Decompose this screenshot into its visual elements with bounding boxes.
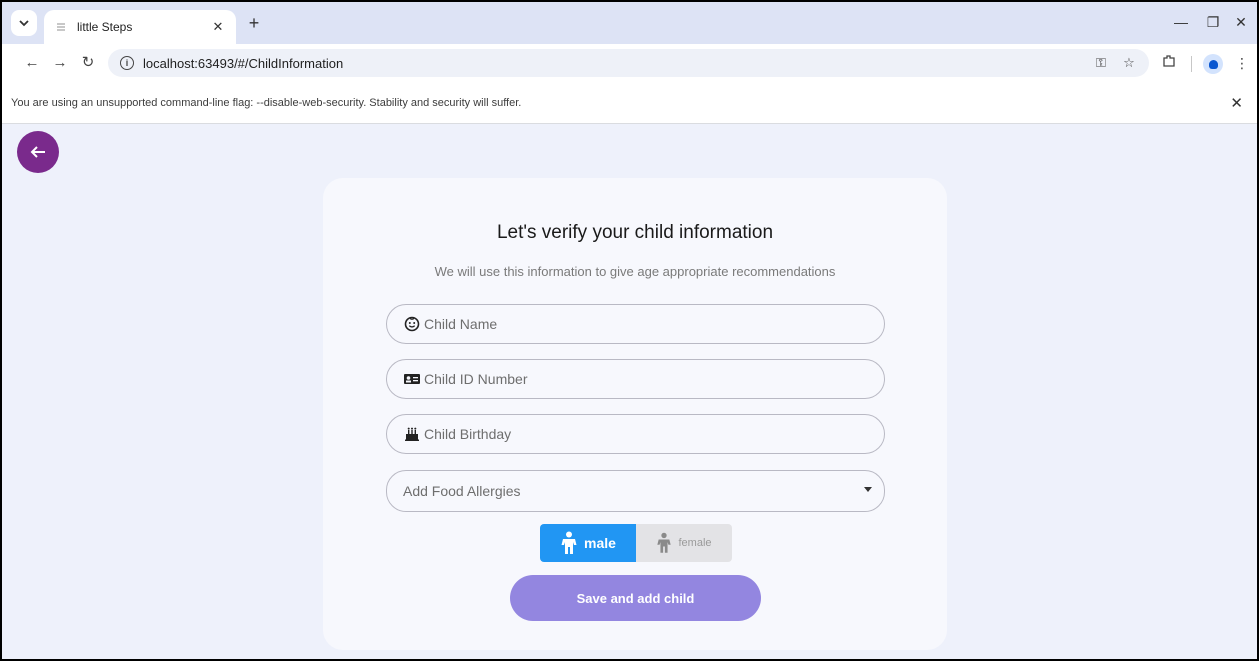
url-text: localhost:63493/#/ChildInformation [143, 55, 344, 71]
address-bar[interactable]: i localhost:63493/#/ChildInformation ⚿ ☆ [108, 49, 1149, 77]
forward-arrow-icon[interactable]: → [50, 53, 70, 73]
child-id-placeholder: Child ID Number [424, 371, 528, 387]
food-allergies-label: Add Food Allergies [403, 483, 521, 499]
tab-little-steps[interactable]: little Steps ✕ [44, 10, 236, 44]
browser-toolbar: ← → ↻ i localhost:63493/#/ChildInformati… [2, 44, 1257, 82]
page-viewport: Let's verify your child information We w… [2, 125, 1257, 659]
child-birthday-placeholder: Child Birthday [424, 426, 512, 442]
tab-title: little Steps [77, 20, 133, 34]
new-tab-icon[interactable]: + [244, 14, 264, 32]
tab-strip: little Steps ✕ + — ❐ ✕ [2, 2, 1257, 44]
infobar-message: You are using an unsupported command-lin… [11, 96, 522, 109]
chevron-down-icon [19, 19, 29, 26]
page-title: Let's verify your child information [496, 222, 774, 243]
child-birthday-field[interactable]: Child Birthday [386, 414, 885, 454]
child-info-card: Let's verify your child information We w… [323, 178, 947, 650]
tab-search-button[interactable] [11, 10, 37, 36]
birthday-cake-icon [403, 425, 421, 443]
arrow-left-icon [30, 146, 45, 158]
infobar-close-icon[interactable]: ✕ [1230, 94, 1243, 112]
child-face-icon [403, 315, 421, 333]
child-name-placeholder: Child Name [424, 316, 498, 332]
browser-window: little Steps ✕ + — ❐ ✕ ← → ↻ i localhost… [0, 0, 1259, 661]
tab-close-icon[interactable]: ✕ [210, 19, 226, 35]
profile-avatar-icon[interactable] [1203, 54, 1223, 74]
girl-icon [657, 532, 672, 553]
id-card-icon [403, 370, 421, 388]
bookmark-star-icon[interactable]: ☆ [1120, 55, 1138, 71]
site-info-icon[interactable]: i [120, 56, 134, 70]
boy-icon [561, 531, 577, 554]
window-close-icon[interactable]: ✕ [1231, 14, 1251, 31]
gender-male-option[interactable]: male [540, 524, 636, 562]
save-and-add-child-button[interactable]: Save and add child [510, 575, 761, 621]
restore-icon[interactable]: ❐ [1203, 14, 1223, 31]
dropdown-arrow-icon [864, 487, 872, 492]
food-allergies-select[interactable]: Add Food Allergies [386, 470, 885, 512]
menu-kebab-icon[interactable]: ⋮ [1232, 53, 1252, 73]
save-button-label: Save and add child [576, 590, 695, 606]
page-subtitle: We will use this information to give age… [434, 264, 836, 279]
gender-male-label: male [584, 535, 616, 551]
password-key-icon[interactable]: ⚿ [1092, 55, 1110, 71]
page-favicon-icon [54, 20, 68, 34]
gender-toggle: male female [540, 524, 732, 562]
child-name-field[interactable]: Child Name [386, 304, 885, 344]
minimize-icon[interactable]: — [1171, 14, 1191, 30]
gender-female-label: female [678, 537, 712, 549]
reload-icon[interactable]: ↻ [78, 53, 98, 73]
back-arrow-icon[interactable]: ← [22, 53, 42, 73]
gender-female-option[interactable]: female [636, 524, 732, 562]
extensions-icon[interactable] [1159, 53, 1179, 73]
toolbar-divider [1191, 56, 1192, 72]
warning-infobar: You are using an unsupported command-lin… [2, 82, 1257, 124]
child-id-field[interactable]: Child ID Number [386, 359, 885, 399]
back-button[interactable] [17, 131, 59, 173]
